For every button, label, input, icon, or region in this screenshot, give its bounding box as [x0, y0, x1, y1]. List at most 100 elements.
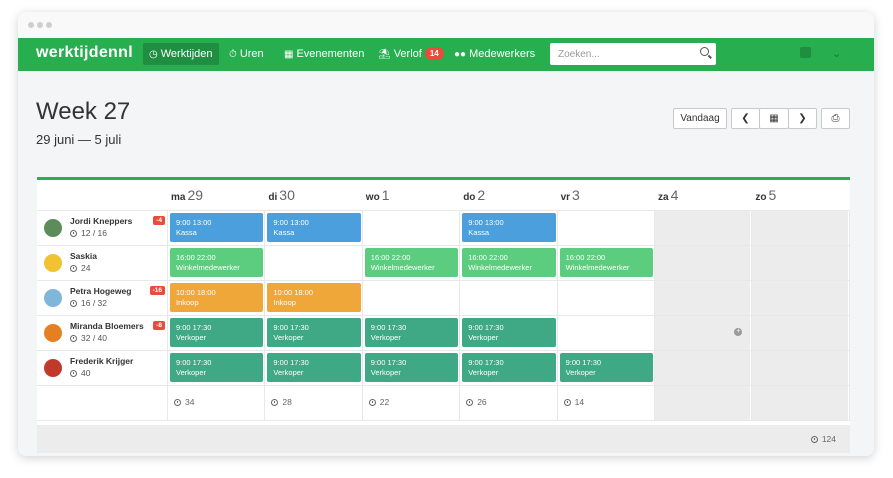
avatar — [44, 254, 62, 272]
shift-block[interactable]: 9:00 13:00 Kassa — [462, 213, 556, 242]
shift-block[interactable]: 9:00 17:30 Verkoper — [462, 353, 556, 382]
shift-time: 9:00 17:30 — [468, 358, 504, 367]
brand-logo[interactable]: werktijdennl — [36, 44, 133, 62]
shift-time: 9:00 17:30 — [176, 323, 212, 332]
day-header[interactable]: wo 1 — [363, 180, 460, 210]
day-header[interactable]: zo 5 — [752, 180, 849, 210]
shift-block[interactable]: 9:00 17:30 Verkoper — [170, 318, 264, 347]
calendar-picker-button[interactable]: ▦ — [759, 108, 789, 129]
shift-role: Inkoop — [176, 298, 199, 307]
nav-verlof[interactable]: ⛱ Verlof 14 — [372, 43, 450, 65]
hours-diff-badge: -16 — [149, 286, 165, 295]
app-window: werktijdennl ◷ Werktijden ⏱ Uren ▦ Evenemen… — [18, 12, 874, 456]
shift-time: 9:00 17:30 — [176, 358, 212, 367]
day-header[interactable]: di 30 — [265, 180, 362, 210]
employee-hours-value: 16 / 32 — [81, 298, 107, 308]
shift-role: Winkelmedewerker — [370, 263, 435, 272]
day-header[interactable]: do 2 — [460, 180, 557, 210]
employee-hours-value: 12 / 16 — [81, 228, 107, 238]
avatar — [44, 289, 62, 307]
day-total-value: 14 — [574, 397, 585, 407]
search-icon[interactable] — [700, 47, 709, 56]
window-chrome — [18, 12, 874, 38]
shift-block[interactable]: 9:00 17:30 Verkoper — [364, 353, 459, 382]
employee-hours-value: 40 — [81, 368, 91, 378]
calendar-icon: ▦ — [284, 49, 294, 60]
day-abbr: vr — [560, 192, 571, 203]
today-button[interactable]: Vandaag — [673, 108, 727, 129]
clock-icon — [271, 399, 279, 406]
employee-hours: 16 / 32 — [70, 298, 107, 308]
avatar — [44, 359, 62, 377]
shift-role: Verkoper — [370, 333, 401, 342]
clock-icon — [810, 436, 818, 443]
prev-week-button[interactable]: ❮ — [731, 108, 760, 129]
employee-cell[interactable]: Petra Hogeweg 16 / 32 -16 — [37, 280, 168, 315]
nav-label: Evenementen — [296, 48, 365, 60]
grid-footer: 124 — [37, 425, 850, 453]
page-title: Week 27 — [36, 98, 131, 125]
shift-block[interactable]: 9:00 17:30 Verkoper — [170, 353, 264, 382]
employee-hours-value: 24 — [81, 263, 91, 273]
nav-medewerkers[interactable]: ●● Medewerkers — [448, 43, 541, 65]
day-header[interactable]: vr 3 — [558, 180, 655, 210]
day-total-value: 34 — [185, 397, 195, 407]
user-menu-icon[interactable] — [800, 47, 811, 58]
next-week-button[interactable]: ❯ — [788, 108, 817, 129]
day-abbr: di — [268, 192, 278, 203]
employee-cell[interactable]: Saskia 24 — [37, 245, 168, 280]
shift-time: 16:00 22:00 — [370, 253, 411, 262]
shift-time: 10:00 18:00 — [273, 288, 314, 297]
chevron-down-icon[interactable]: ⌄ — [832, 47, 841, 60]
shift-role: Verkoper — [273, 368, 304, 377]
stopwatch-icon: ⏱ — [229, 49, 237, 60]
shift-role: Kassa — [468, 228, 490, 237]
day-total-value: 22 — [379, 397, 390, 407]
shift-block[interactable]: 9:00 17:30 Verkoper — [267, 318, 361, 347]
employee-cell[interactable]: Miranda Bloemers 32 / 40 -8 — [37, 315, 168, 350]
clock-icon — [174, 399, 181, 406]
shift-block[interactable]: 9:00 17:30 Verkoper — [267, 353, 361, 382]
chevron-right-icon: ❯ — [798, 113, 807, 124]
search-input[interactable] — [550, 43, 690, 65]
shift-block[interactable]: 10:00 18:00 Inkoop — [170, 283, 264, 312]
shift-role: Verkoper — [370, 368, 401, 377]
shift-block[interactable]: 16:00 22:00 Winkelmedewerker — [462, 248, 556, 277]
shift-block[interactable]: 9:00 17:30 Verkoper — [559, 353, 653, 382]
shift-block[interactable]: 9:00 13:00 Kassa — [170, 213, 264, 242]
day-header[interactable]: za 4 — [655, 180, 752, 210]
nav-werktijden[interactable]: ◷ Werktijden — [143, 43, 219, 65]
shift-time: 9:00 17:30 — [468, 323, 504, 332]
day-total: 34 — [174, 397, 194, 407]
nav-evenementen[interactable]: ▦ Evenementen — [278, 43, 370, 65]
shift-block[interactable]: 10:00 18:00 Inkoop — [267, 283, 361, 312]
employee-name: Jordi Kneppers — [70, 216, 133, 226]
hours-diff-badge: -4 — [153, 216, 165, 225]
shift-role: Verkoper — [468, 368, 499, 377]
top-navbar: werktijdennl ◷ Werktijden ⏱ Uren ▦ Evenemen… — [18, 38, 874, 71]
shift-block[interactable]: 9:00 17:30 Verkoper — [462, 318, 556, 347]
shift-role: Verkoper — [468, 333, 499, 342]
employee-cell[interactable]: Jordi Kneppers 12 / 16 -4 — [37, 210, 168, 245]
day-number: 2 — [477, 187, 486, 203]
employee-cell[interactable]: Frederik Krijger 40 — [37, 350, 168, 385]
shift-block[interactable]: 9:00 13:00 Kassa — [267, 213, 361, 242]
clock-icon: ◷ — [149, 49, 158, 60]
shift-role: Verkoper — [176, 333, 207, 342]
day-abbr: wo — [365, 192, 380, 203]
day-header[interactable]: ma 29 — [168, 180, 265, 210]
shift-block[interactable]: 16:00 22:00 Winkelmedewerker — [559, 248, 653, 277]
shift-role: Winkelmedewerker — [468, 263, 532, 272]
employee-hours: 32 / 40 — [70, 333, 107, 343]
shift-block[interactable]: 16:00 22:00 Winkelmedewerker — [364, 248, 459, 277]
print-button[interactable]: ⎙ — [821, 108, 850, 129]
shift-block[interactable]: 9:00 17:30 Verkoper — [364, 318, 459, 347]
nav-uren[interactable]: ⏱ Uren — [223, 43, 270, 65]
column-divider — [751, 210, 753, 420]
shift-block[interactable]: 16:00 22:00 Winkelmedewerker — [170, 248, 264, 277]
day-abbr: zo — [755, 192, 767, 203]
employee-name: Miranda Bloemers — [70, 321, 144, 331]
employee-hours-value: 32 / 40 — [81, 333, 107, 343]
week-date-range: 29 juni — 5 juli — [36, 132, 122, 147]
day-total: 14 — [563, 397, 585, 407]
